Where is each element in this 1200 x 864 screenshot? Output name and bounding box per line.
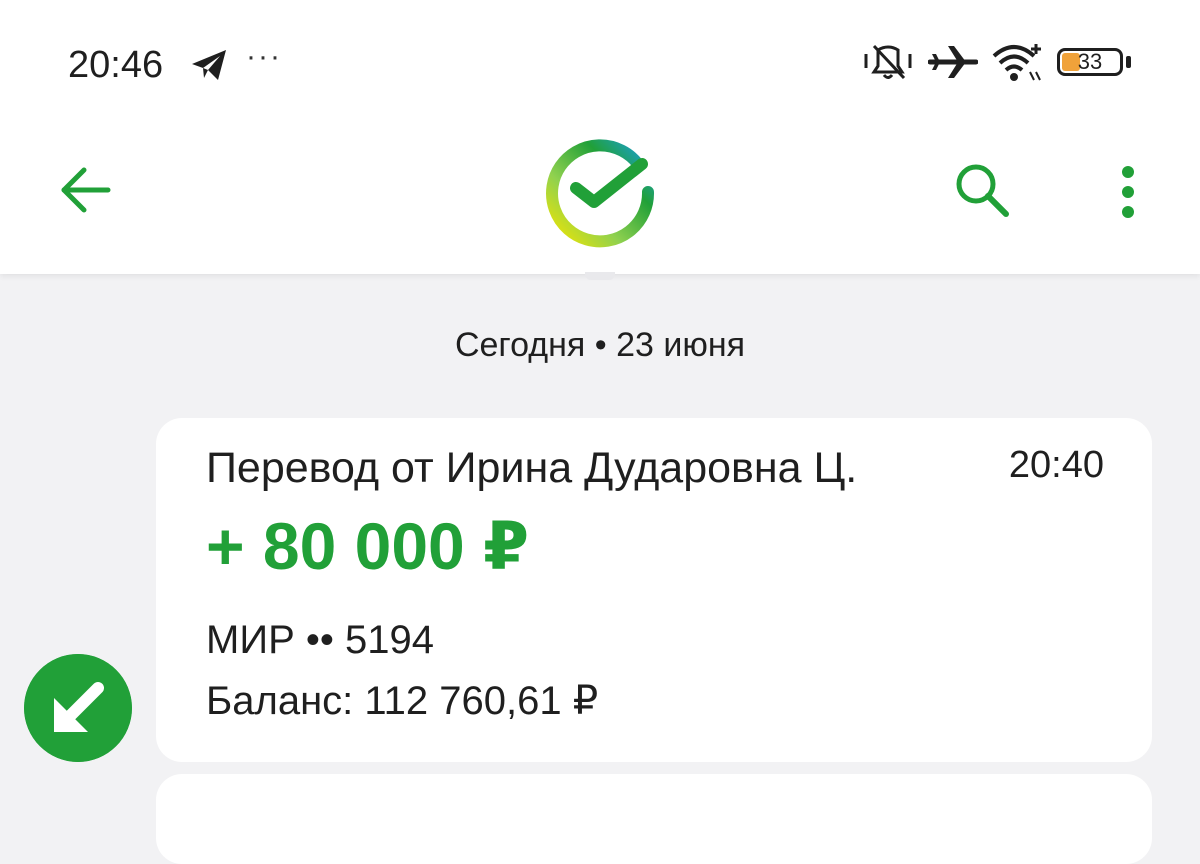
- battery-cap: [1126, 56, 1131, 68]
- incoming-transfer-badge: [24, 654, 132, 762]
- transaction-card-next[interactable]: [156, 774, 1152, 864]
- transaction-title: Перевод от Ирина Дударовна Ц.: [206, 444, 858, 492]
- vibrate-muted-icon: [864, 44, 912, 80]
- sber-logo[interactable]: [542, 134, 658, 250]
- arrow-left-icon: [61, 167, 111, 213]
- date-separator: Сегодня • 23 июня: [454, 326, 746, 364]
- header-shadow-notch: [585, 272, 615, 280]
- transaction-amount: + 80 000 ₽: [206, 509, 530, 583]
- more-notifications-indicator: ···: [246, 40, 282, 73]
- transaction-time: 20:40: [1008, 444, 1104, 486]
- back-button[interactable]: [56, 160, 116, 220]
- card-number: МИР •• 5194: [206, 618, 434, 662]
- more-vertical-icon: [1122, 166, 1134, 218]
- wifi-icon: [992, 44, 1041, 81]
- more-menu-button[interactable]: [1108, 160, 1148, 224]
- account-balance: Баланс: 112 760,61 ₽: [206, 679, 599, 723]
- battery-percentage: 33: [1077, 49, 1103, 74]
- telegram-icon: [192, 50, 226, 80]
- battery-icon: 33: [1057, 48, 1123, 76]
- status-time: 20:46: [68, 44, 164, 86]
- app-header: 20:46 ··· 33: [0, 0, 1200, 274]
- search-button[interactable]: [950, 158, 1016, 224]
- transaction-card[interactable]: Перевод от Ирина Дударовна Ц. 20:40 + 80…: [156, 418, 1152, 762]
- search-icon: [956, 164, 1009, 217]
- airplane-icon: [928, 46, 978, 78]
